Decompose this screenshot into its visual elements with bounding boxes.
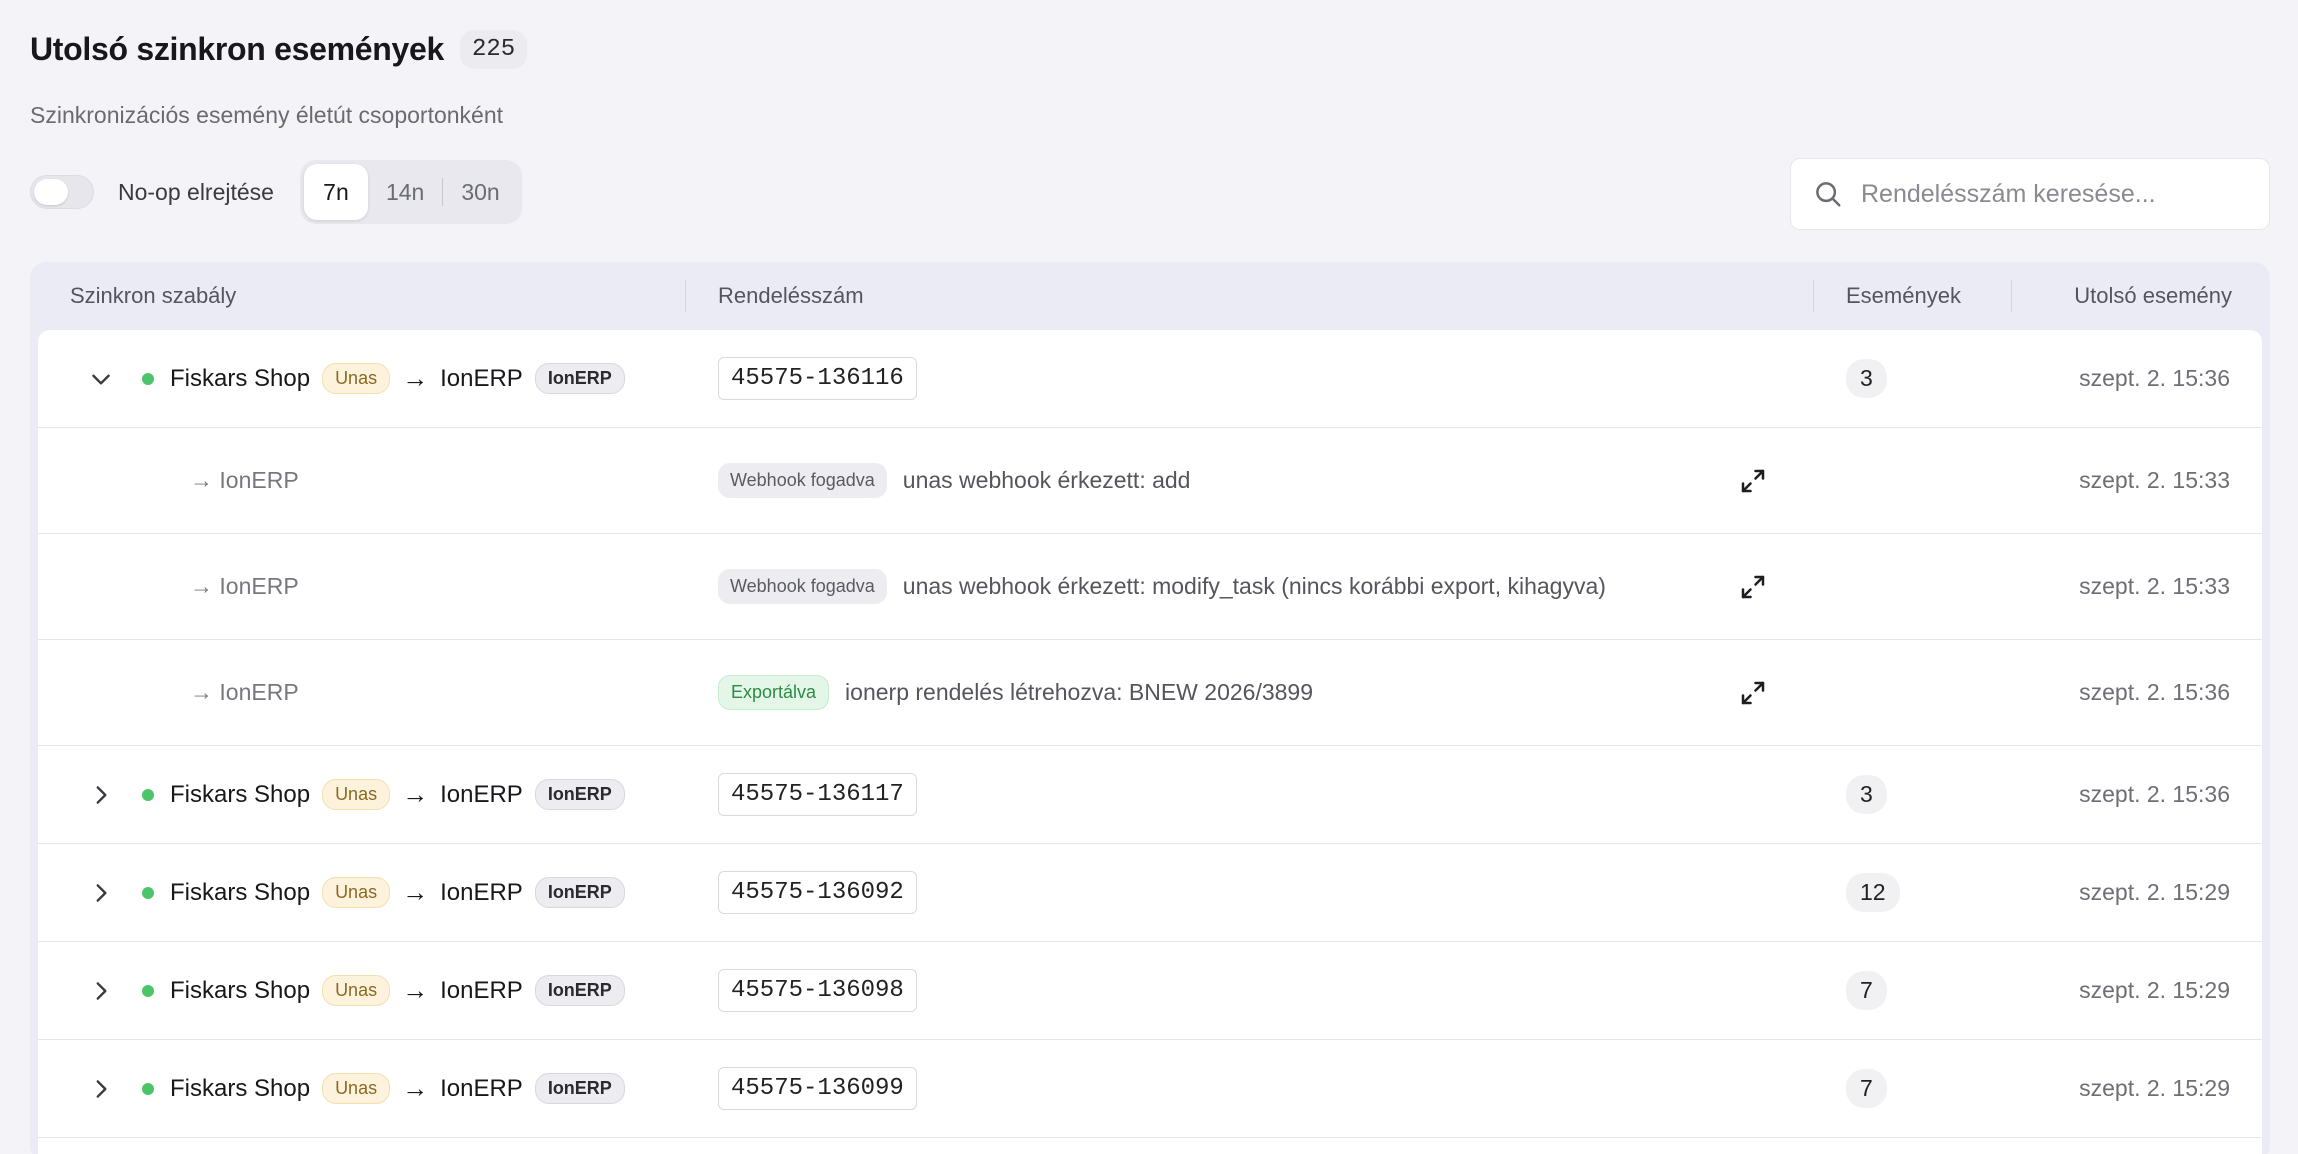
chevron-right-icon[interactable] — [88, 978, 114, 1004]
target-badge: IonERP — [534, 363, 625, 394]
event-message: unas webhook érkezett: add — [902, 467, 1191, 493]
search-input[interactable] — [1861, 179, 2261, 209]
event-target: → IonERP — [190, 679, 299, 705]
status-dot — [142, 1082, 154, 1095]
column-divider — [1813, 280, 1814, 312]
order-number[interactable]: 45575-136092 — [718, 871, 917, 914]
column-header-rule[interactable]: Szinkron szabály — [70, 262, 236, 330]
range-14n-button[interactable]: 14n — [368, 164, 442, 220]
page-subtitle: Szinkronizációs esemény életút csoporton… — [30, 102, 504, 128]
column-header-last-event[interactable]: Utolsó esemény — [2074, 262, 2232, 330]
target-name: IonERP — [440, 878, 523, 906]
last-event-time: szept. 2. 15:36 — [2079, 365, 2230, 391]
event-row: → IonERP Exportálva ionerp rendelés létr… — [38, 640, 2262, 746]
event-time: szept. 2. 15:36 — [2079, 679, 2230, 705]
event-row: → IonERP Webhook fogadva unas webhook ér… — [38, 428, 2262, 534]
column-divider — [2011, 280, 2012, 312]
column-divider — [685, 280, 686, 312]
table-row[interactable]: Fiskars Shop Unas → IonERP IonERP 45575-… — [38, 330, 2262, 428]
source-badge: Unas — [322, 363, 391, 394]
event-message: unas webhook érkezett: modify_task (ninc… — [902, 573, 1606, 599]
table-body: Fiskars Shop Unas → IonERP IonERP 45575-… — [38, 330, 2262, 1154]
events-count-badge: 7 — [1846, 971, 1887, 1010]
range-30n-button[interactable]: 30n — [443, 164, 517, 220]
column-header-events[interactable]: Események — [1846, 262, 1961, 330]
target-name: IonERP — [440, 976, 523, 1004]
chevron-right-icon[interactable] — [88, 1076, 114, 1102]
arrow-icon: → — [402, 363, 429, 393]
target-name: IonERP — [440, 1074, 523, 1102]
events-count-badge: 3 — [1846, 359, 1887, 398]
arrow-icon: → — [402, 779, 429, 809]
shop-name: Fiskars Shop — [170, 976, 311, 1004]
shop-name: Fiskars Shop — [170, 878, 311, 906]
chevron-down-icon[interactable] — [88, 366, 114, 392]
page-title: Utolsó szinkron események — [30, 31, 444, 67]
search-box[interactable] — [1790, 158, 2270, 230]
filter-controls: No-op elrejtése 7n 14n 30n — [30, 160, 522, 224]
order-number[interactable]: 45575-136116 — [718, 357, 917, 400]
expand-icon[interactable] — [1738, 678, 1768, 708]
table-row[interactable]: Fiskars Shop Unas → IonERP IonERP 45575-… — [38, 844, 2262, 942]
status-dot — [142, 984, 154, 997]
table-row[interactable]: Fiskars Shop Unas → IonERP IonERP 45575-… — [38, 746, 2262, 844]
order-number[interactable]: 45575-136099 — [718, 1067, 917, 1110]
event-target: → IonERP — [190, 573, 299, 599]
shop-name: Fiskars Shop — [170, 364, 311, 392]
event-message: ionerp rendelés létrehozva: BNEW 2026/38… — [845, 679, 1313, 705]
toggle-knob — [34, 179, 68, 205]
events-count-badge: 3 — [1846, 775, 1887, 814]
search-icon — [1816, 182, 1841, 207]
sync-events-table: Szinkron szabály Rendelésszám Események … — [30, 262, 2270, 1154]
shop-name: Fiskars Shop — [170, 1074, 311, 1102]
source-badge: Unas — [322, 975, 391, 1006]
event-row: → IonERP Webhook fogadva unas webhook ér… — [38, 534, 2262, 640]
order-number[interactable]: 45575-136117 — [718, 773, 917, 816]
range-segmented-control: 7n 14n 30n — [299, 160, 522, 224]
event-time: szept. 2. 15:33 — [2079, 573, 2230, 599]
event-target: → IonERP — [190, 467, 299, 493]
chevron-right-icon[interactable] — [88, 782, 114, 808]
events-count-badge: 12 — [1846, 873, 1900, 912]
target-badge: IonERP — [534, 975, 625, 1006]
expand-icon[interactable] — [1738, 572, 1768, 602]
target-name: IonERP — [440, 780, 523, 808]
source-badge: Unas — [322, 877, 391, 908]
target-name: IonERP — [440, 364, 523, 392]
table-row[interactable]: Fiskars Shop Unas → IonERP IonERP 45575-… — [38, 1040, 2262, 1138]
status-dot — [142, 372, 154, 385]
target-badge: IonERP — [534, 877, 625, 908]
order-number[interactable]: 45575-136098 — [718, 969, 917, 1012]
source-badge: Unas — [322, 779, 391, 810]
events-count-badge: 7 — [1846, 1069, 1887, 1108]
last-event-time: szept. 2. 15:29 — [2079, 977, 2230, 1003]
table-header: Szinkron szabály Rendelésszám Események … — [30, 262, 2270, 330]
chevron-right-icon[interactable] — [88, 880, 114, 906]
last-event-time: szept. 2. 15:36 — [2079, 781, 2230, 807]
hide-noop-label: No-op elrejtése — [118, 178, 274, 205]
status-dot — [142, 788, 154, 801]
status-badge: Exportálva — [718, 675, 830, 710]
table-row[interactable]: Fiskars Shop Unas → IonERP IonERP 45575-… — [38, 942, 2262, 1040]
hide-noop-toggle[interactable] — [30, 175, 94, 209]
count-badge: 225 — [460, 30, 528, 69]
shop-name: Fiskars Shop — [170, 780, 311, 808]
last-event-time: szept. 2. 15:29 — [2079, 1075, 2230, 1101]
arrow-icon: → — [402, 1073, 429, 1103]
status-badge: Webhook fogadva — [718, 463, 887, 498]
status-badge: Webhook fogadva — [718, 569, 887, 604]
range-7n-button[interactable]: 7n — [303, 164, 368, 220]
target-badge: IonERP — [534, 779, 625, 810]
last-event-time: szept. 2. 15:29 — [2079, 879, 2230, 905]
arrow-icon: → — [402, 877, 429, 907]
column-header-order[interactable]: Rendelésszám — [718, 262, 864, 330]
page-header: Utolsó szinkron események 225 — [30, 30, 528, 69]
source-badge: Unas — [322, 1073, 391, 1104]
target-badge: IonERP — [534, 1073, 625, 1104]
status-dot — [142, 886, 154, 899]
event-time: szept. 2. 15:33 — [2079, 467, 2230, 493]
expand-icon[interactable] — [1738, 466, 1768, 496]
arrow-icon: → — [402, 975, 429, 1005]
